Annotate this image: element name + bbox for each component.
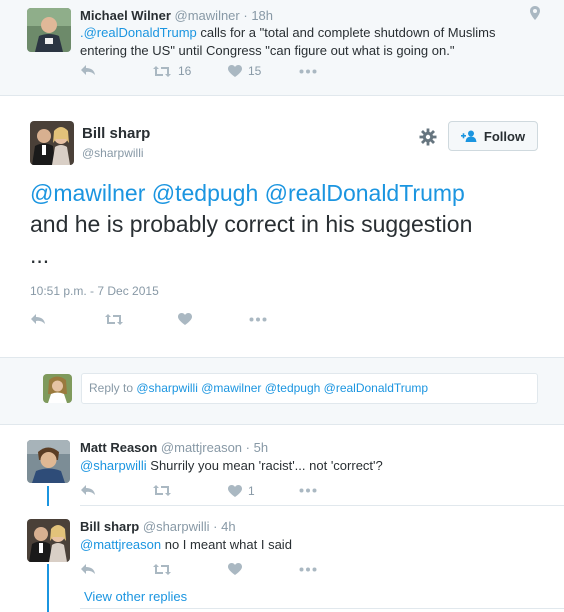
retweet-icon[interactable]	[152, 563, 172, 576]
user-handle[interactable]: @sharpwilli	[143, 519, 210, 534]
tweet-text: .@realDonaldTrump calls for a "total and…	[80, 24, 495, 60]
reply-input[interactable]: Reply to @sharpwilli @mawilner @tedpugh …	[81, 373, 538, 404]
view-other-replies-link[interactable]: View other replies	[84, 589, 187, 604]
reply-text: @sharpwilli Shurrily you mean 'racist'..…	[80, 458, 383, 473]
avatar-photo	[27, 519, 70, 562]
divider	[80, 505, 564, 506]
retweet-action[interactable]: 16	[152, 64, 191, 78]
like-action[interactable]: 15	[228, 64, 261, 78]
reply-text-body: no I meant what I said	[161, 537, 292, 552]
tweet-actions	[80, 64, 96, 76]
more-icon[interactable]	[299, 567, 317, 572]
display-name[interactable]: Matt Reason	[80, 440, 157, 455]
user-handle[interactable]: @mattjreason	[161, 440, 242, 455]
retweet-icon[interactable]	[152, 484, 172, 497]
avatar-photo	[27, 8, 71, 52]
user-handle[interactable]: @mawilner	[175, 8, 240, 23]
like-count: 1	[248, 484, 255, 498]
reply-text: @mattjreason no I meant what I said	[80, 537, 292, 552]
follow-button[interactable]: Follow	[448, 121, 538, 151]
divider	[80, 608, 564, 609]
more-icon[interactable]	[299, 69, 317, 74]
thread-line	[47, 564, 49, 612]
avatar-photo	[27, 440, 70, 483]
user-handle[interactable]: @sharpwilli	[82, 146, 144, 160]
heart-icon[interactable]	[228, 484, 242, 498]
tweet-timestamp[interactable]: 10:51 p.m. - 7 Dec 2015	[30, 284, 159, 298]
mention-link[interactable]: @mattjreason	[80, 537, 161, 552]
add-user-icon	[460, 130, 477, 142]
reply-time[interactable]: · 4h	[213, 519, 235, 534]
heart-icon[interactable]	[228, 64, 242, 78]
reply-icon[interactable]	[30, 313, 46, 325]
tweet-text-line1: calls for a "total and complete shutdown…	[196, 25, 496, 40]
reply-icon[interactable]	[80, 563, 96, 575]
avatar[interactable]	[27, 440, 70, 483]
tweet-text: @mawilner @tedpugh @realDonaldTrump and …	[30, 178, 472, 271]
reply-icon[interactable]	[80, 484, 96, 496]
heart-icon[interactable]	[178, 313, 192, 326]
reply-prefix: Reply to	[89, 381, 137, 395]
main-tweet-actions	[30, 313, 46, 325]
gear-icon[interactable]	[419, 128, 437, 146]
tweet-text-line2: and he is probably correct in his sugges…	[30, 211, 473, 237]
tweet-header: Michael Wilner @mawilner · 18h	[80, 8, 273, 23]
tweet-time[interactable]: · 18h	[243, 8, 273, 23]
divider	[0, 95, 564, 96]
tweet-text-line2: entering the US" until Congress "can fig…	[80, 43, 455, 58]
mention-link[interactable]: @sharpwilli	[80, 458, 147, 473]
thread-line	[47, 486, 49, 506]
avatar-photo	[30, 121, 74, 165]
reply-text-body: Shurrily you mean 'racist'... not 'corre…	[146, 458, 383, 473]
mention-links[interactable]: @mawilner @tedpugh @realDonaldTrump	[30, 180, 465, 206]
location-pin-icon	[530, 6, 540, 20]
follow-label: Follow	[483, 128, 526, 144]
avatar	[43, 374, 72, 403]
mention-link[interactable]: .@realDonaldTrump	[80, 25, 197, 40]
retweet-icon[interactable]	[104, 313, 124, 326]
reply-time[interactable]: · 5h	[246, 440, 268, 455]
more-icon[interactable]	[249, 317, 267, 322]
reply-mentions: @sharpwilli @mawilner @tedpugh @realDona…	[136, 381, 429, 395]
avatar[interactable]	[27, 519, 70, 562]
reply-header: Matt Reason @mattjreason · 5h	[80, 440, 268, 455]
reply-header: Bill sharp @sharpwilli · 4h	[80, 519, 236, 534]
display-name[interactable]: Bill sharp	[82, 125, 150, 142]
reply-icon[interactable]	[80, 64, 96, 76]
more-icon[interactable]	[299, 488, 317, 493]
heart-icon[interactable]	[228, 563, 242, 576]
display-name[interactable]: Michael Wilner	[80, 8, 171, 23]
tweet-text-line3: ...	[30, 242, 50, 268]
avatar-photo	[43, 374, 72, 403]
like-count: 15	[248, 64, 262, 78]
display-name[interactable]: Bill sharp	[80, 519, 139, 534]
avatar[interactable]	[27, 8, 71, 52]
avatar[interactable]	[30, 121, 74, 165]
retweet-count: 16	[178, 64, 192, 78]
retweet-icon[interactable]	[152, 65, 172, 78]
like-action[interactable]: 1	[228, 484, 255, 498]
